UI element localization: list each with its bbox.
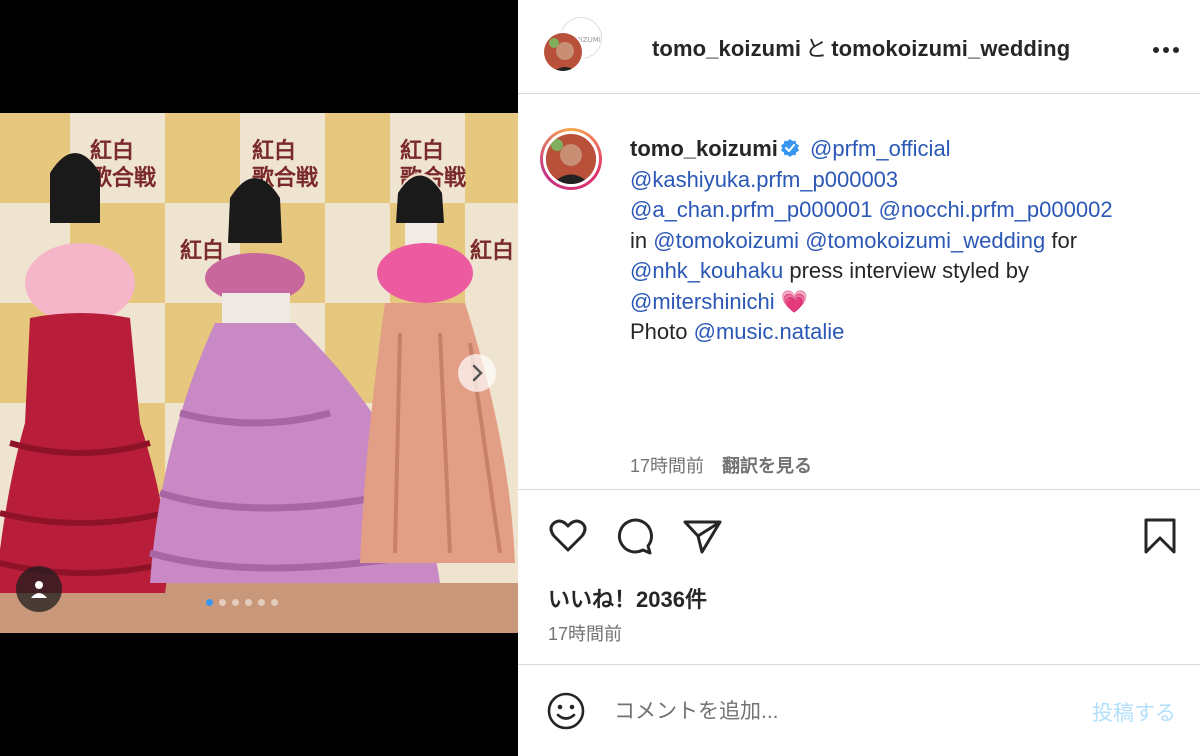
comment-input[interactable]	[614, 695, 1054, 729]
svg-text:紅白: 紅白	[180, 238, 224, 264]
mention-link[interactable]: @music.natalie	[694, 319, 845, 344]
carousel-indicator	[206, 599, 278, 606]
caption-word: press interview styled by	[789, 258, 1029, 283]
caption-text: tomo_koizumi @prfm_official @kashiyuka.pr…	[630, 134, 1190, 348]
carousel-dot	[258, 599, 265, 606]
caption-meta: 17時間前 翻訳を見る	[630, 452, 812, 478]
mention-link[interactable]: @kashiyuka.prfm_p000003	[630, 167, 898, 192]
comment-icon	[617, 518, 653, 555]
header-conjunction: と	[805, 35, 828, 61]
post-photo[interactable]: 紅白 歌合戦 紅白 歌合戦 紅白 歌合戦 紅白 紅白	[0, 113, 518, 633]
caption-word: for	[1051, 227, 1078, 253]
photo-illustration: 紅白歌合戦 紅白歌合戦 紅白歌合戦 紅白 紅白	[0, 113, 518, 633]
svg-text:紅白: 紅白	[252, 138, 296, 164]
save-button[interactable]	[1138, 514, 1182, 558]
svg-text:紅白: 紅白	[470, 238, 514, 264]
smiley-icon	[547, 692, 585, 730]
translate-link[interactable]: 翻訳を見る	[722, 456, 812, 476]
likes-count[interactable]: いいね！2036件	[548, 582, 707, 614]
caption-author-avatar[interactable]	[540, 128, 602, 190]
post-header-title: tomo_koizumi と tomokoizumi_wedding	[652, 31, 1070, 63]
mention-link[interactable]: @nhk_kouhaku	[630, 258, 783, 283]
post-comment-button[interactable]: 投稿する	[1092, 697, 1176, 727]
mention-link[interactable]: @tomokoizumi_wedding	[805, 228, 1045, 253]
caption-word: in	[630, 227, 648, 253]
comment-button[interactable]	[612, 514, 656, 558]
chevron-right-icon	[472, 364, 483, 382]
mention-link[interactable]: @a_chan.prfm_p000001	[630, 197, 873, 222]
more-options-button[interactable]	[1152, 30, 1180, 61]
verified-badge-icon	[780, 139, 799, 157]
caption-word: Photo	[630, 319, 688, 344]
svg-text:紅白: 紅白	[90, 138, 134, 164]
svg-text:歌合戦: 歌合戦	[90, 165, 157, 191]
user-tag-icon	[31, 581, 47, 598]
post-detail-panel: KOIZUMI tomo_koizumi と tomokoizumi_wedding…	[518, 0, 1200, 756]
collab-avatars[interactable]: KOIZUMI	[542, 16, 602, 77]
carousel-next-button[interactable]	[458, 354, 496, 392]
svg-text:紅白: 紅白	[400, 138, 444, 164]
share-icon	[683, 520, 722, 554]
author-username[interactable]: tomo_koizumi	[652, 36, 801, 61]
caption-section: tomo_koizumi @prfm_official @kashiyuka.pr…	[518, 94, 1200, 490]
post-header: KOIZUMI tomo_koizumi と tomokoizumi_wedding	[518, 0, 1200, 94]
author-avatar[interactable]	[542, 30, 584, 73]
post-timestamp: 17時間前	[548, 624, 623, 644]
media-pane: 紅白 歌合戦 紅白 歌合戦 紅白 歌合戦 紅白 紅白	[0, 0, 518, 756]
share-button[interactable]	[680, 514, 724, 558]
carousel-dot	[271, 599, 278, 606]
caption-time: 17時間前	[630, 456, 705, 476]
like-button[interactable]	[546, 514, 590, 558]
carousel-dot	[206, 599, 213, 606]
mention-link[interactable]: @prfm_official	[810, 136, 951, 161]
heart-icon	[549, 519, 587, 552]
action-bar	[518, 492, 1200, 582]
collaborator-username[interactable]: tomokoizumi_wedding	[831, 36, 1070, 61]
carousel-dot	[245, 599, 252, 606]
more-horizontal-icon	[1153, 47, 1179, 53]
emoji-button[interactable]	[546, 691, 586, 731]
mention-link[interactable]: @mitershinichi	[630, 289, 775, 314]
heart-emoji: 💗	[780, 288, 809, 314]
mention-link[interactable]: @nocchi.prfm_p000002	[879, 197, 1113, 222]
carousel-dot	[219, 599, 226, 606]
bookmark-icon	[1144, 518, 1176, 554]
user-tag-button[interactable]	[16, 566, 62, 612]
mention-link[interactable]: @tomokoizumi	[653, 228, 799, 253]
carousel-dot	[232, 599, 239, 606]
comment-bar: 投稿する	[518, 664, 1200, 756]
caption-username[interactable]: tomo_koizumi	[630, 136, 778, 161]
